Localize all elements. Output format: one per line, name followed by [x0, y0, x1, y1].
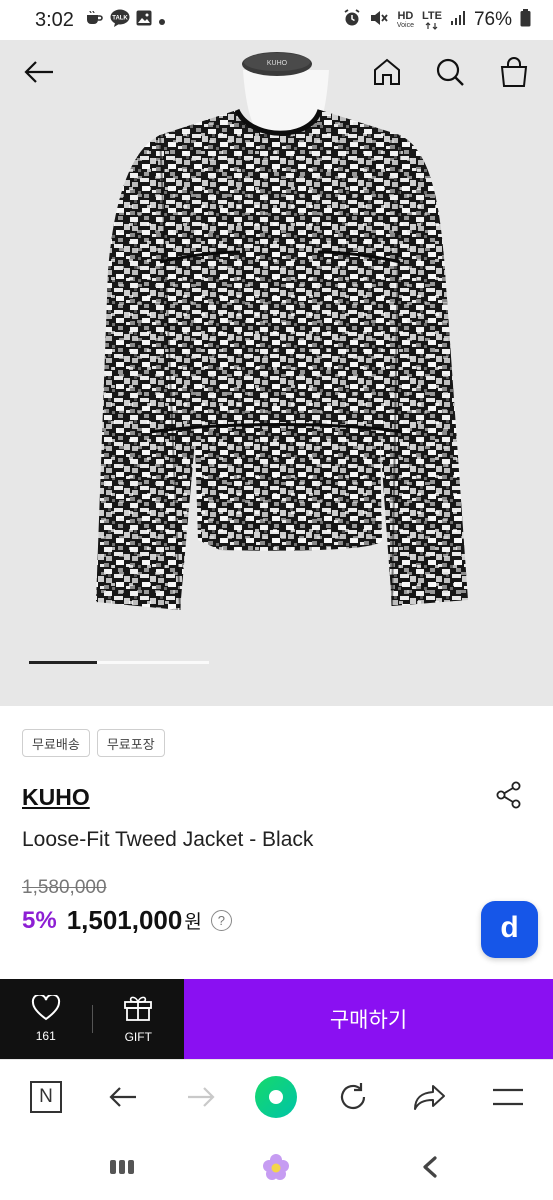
naver-n-icon[interactable]: N: [24, 1075, 68, 1119]
back-icon[interactable]: [101, 1075, 145, 1119]
original-price: 1,580,000: [22, 877, 107, 898]
naver-n-label: N: [39, 1086, 53, 1107]
heart-icon: [31, 993, 61, 1025]
sale-price: 1,501,000: [66, 905, 183, 935]
purchase-bar: 161 GIFT 구매하기: [0, 979, 553, 1059]
price-row: 5% 1,501,000 원 ?: [22, 905, 232, 936]
search-icon[interactable]: [430, 52, 470, 92]
gallery-icon: [136, 10, 152, 30]
talk-icon: TALK: [110, 9, 130, 31]
carousel-progress-fill: [29, 661, 97, 664]
share-icon[interactable]: [408, 1075, 452, 1119]
back-arrow-icon[interactable]: [19, 52, 59, 92]
product-name: Loose-Fit Tweed Jacket - Black: [22, 828, 314, 851]
hd-voice-badge: HD Voice: [396, 9, 414, 29]
shopping-bag-icon[interactable]: [494, 52, 534, 92]
status-left-icons: TALK: [86, 9, 166, 31]
benefit-chips: 무료배송 무료포장: [22, 729, 165, 757]
like-count: 161: [35, 1029, 56, 1043]
discount-rate: 5%: [22, 906, 57, 934]
gift-label: GIFT: [124, 1030, 152, 1044]
buy-button[interactable]: 구매하기: [184, 979, 553, 1059]
recent-apps-icon[interactable]: [102, 1149, 142, 1185]
gift-icon: [123, 994, 153, 1026]
system-nav-bar: [0, 1135, 553, 1200]
product-top-nav: [0, 40, 553, 104]
system-back-icon[interactable]: [410, 1149, 450, 1185]
alarm-icon: [343, 9, 361, 31]
status-right-icons: HD Voice LTE 76%: [343, 9, 531, 31]
battery-percent: 76%: [473, 9, 512, 30]
home-flower-icon[interactable]: [256, 1149, 296, 1185]
lte-badge: LTE: [422, 10, 442, 30]
gift-button[interactable]: GIFT: [93, 979, 185, 1059]
currency-unit: 원: [184, 911, 202, 933]
coffee-icon: [86, 10, 104, 30]
like-button[interactable]: 161: [0, 979, 92, 1059]
product-image-carousel[interactable]: KUHO: [0, 40, 553, 706]
d-button-label: d: [500, 910, 519, 944]
home-icon[interactable]: [367, 52, 407, 92]
brand-link[interactable]: KUHO: [22, 784, 90, 811]
dot-icon: [158, 11, 166, 30]
price-help-icon[interactable]: ?: [210, 910, 232, 931]
refresh-icon[interactable]: [331, 1075, 375, 1119]
battery-icon: [520, 9, 531, 31]
mute-icon: [369, 9, 389, 31]
free-wrapping-chip: 무료포장: [96, 729, 165, 757]
free-shipping-chip: 무료배송: [22, 729, 90, 757]
browser-toolbar: N: [0, 1059, 553, 1135]
status-bar: 3:02 TALK HD Voice LTE 76%: [0, 0, 553, 40]
status-time: 3:02: [35, 8, 74, 31]
d-floating-button[interactable]: d: [481, 901, 538, 958]
svg-text:TALK: TALK: [112, 16, 128, 22]
product-image: KUHO: [96, 52, 468, 611]
carousel-progress: [29, 661, 209, 664]
menu-icon[interactable]: [486, 1075, 530, 1119]
home-green-icon[interactable]: [254, 1075, 298, 1119]
signal-icon: [450, 10, 466, 30]
purchase-bar-left: 161 GIFT: [0, 979, 184, 1059]
forward-icon[interactable]: [179, 1075, 223, 1119]
share-icon[interactable]: [494, 780, 524, 810]
